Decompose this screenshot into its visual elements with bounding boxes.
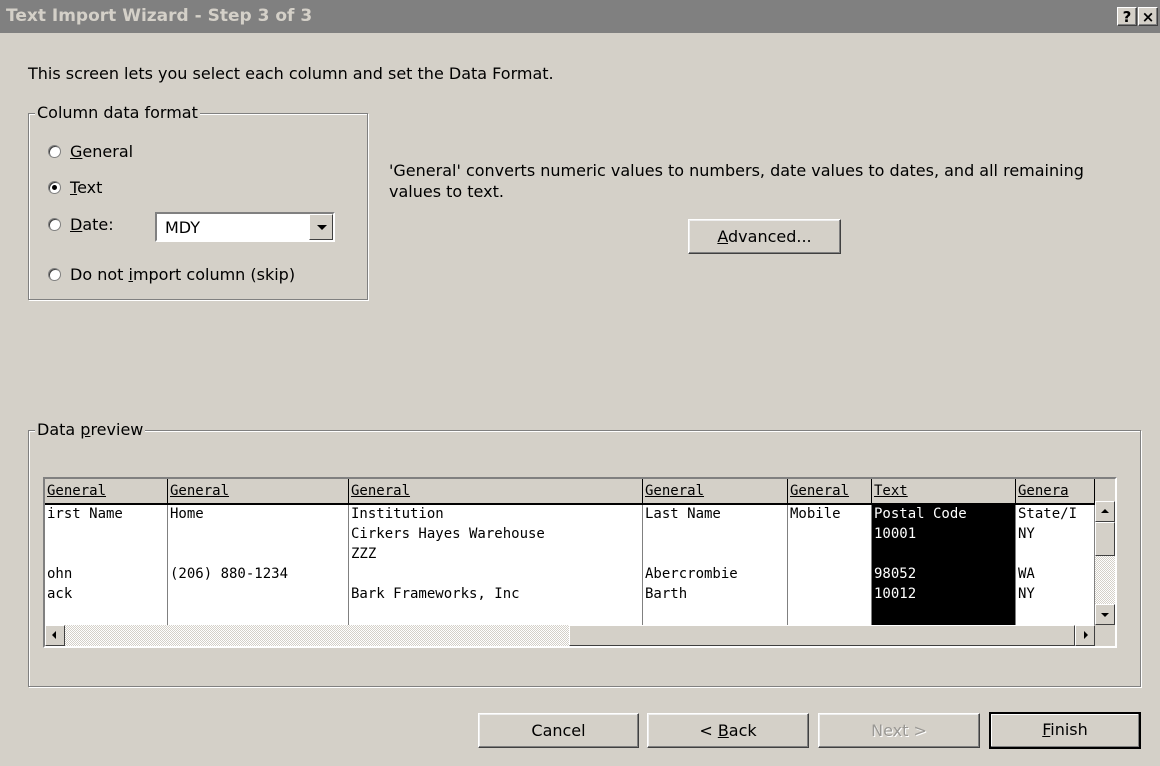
column-body[interactable]: Mobile bbox=[788, 505, 872, 625]
advanced-button[interactable]: Advanced... bbox=[688, 219, 841, 254]
skip-radio-circle[interactable] bbox=[48, 268, 61, 281]
preview-column[interactable]: General Last Name Abercrombie Barth bbox=[643, 479, 788, 625]
finish-button[interactable]: Finish bbox=[989, 712, 1141, 749]
column-header[interactable]: General bbox=[168, 479, 349, 505]
cell bbox=[788, 585, 871, 605]
scroll-up-button[interactable] bbox=[1095, 501, 1115, 522]
arrow-left-icon bbox=[52, 631, 56, 639]
preview-column-selected[interactable]: Text Postal Code 10001 98052 10012 bbox=[872, 479, 1016, 625]
cell: State/I bbox=[1018, 506, 1078, 522]
cell bbox=[872, 545, 1015, 565]
cell: 98052 bbox=[874, 566, 917, 582]
preview-column[interactable]: General Institution Cirkers Hayes Wareho… bbox=[349, 479, 643, 625]
cell: Home bbox=[170, 506, 204, 522]
vertical-scroll-thumb[interactable] bbox=[1095, 522, 1115, 556]
preview-column[interactable]: Genera State/I NY WA NY bbox=[1016, 479, 1095, 625]
arrow-right-icon bbox=[1084, 631, 1088, 639]
column-header[interactable]: Text bbox=[872, 479, 1016, 505]
column-format-legend: Column data format bbox=[35, 103, 200, 122]
column-body[interactable]: irst Name ohn ack bbox=[45, 505, 168, 625]
cell: WA bbox=[1018, 566, 1035, 582]
cancel-button[interactable]: Cancel bbox=[478, 713, 639, 748]
general-radio[interactable]: General bbox=[48, 142, 133, 161]
cell: Barth bbox=[645, 586, 688, 602]
scroll-left-button[interactable] bbox=[45, 625, 65, 646]
text-radio-label: Text bbox=[70, 178, 103, 197]
date-radio-label: Date: bbox=[70, 215, 114, 234]
general-radio-circle[interactable] bbox=[48, 145, 61, 158]
scroll-right-button[interactable] bbox=[1075, 625, 1095, 646]
close-button[interactable]: × bbox=[1138, 7, 1158, 26]
cell bbox=[788, 565, 871, 585]
cell: ZZZ bbox=[351, 546, 377, 562]
text-radio-circle[interactable] bbox=[48, 181, 61, 194]
column-body[interactable]: Home (206) 880-1234 bbox=[168, 505, 349, 625]
cell: Mobile bbox=[790, 506, 841, 522]
cell bbox=[643, 525, 787, 545]
scroll-corner bbox=[1095, 625, 1115, 646]
column-body[interactable]: Last Name Abercrombie Barth bbox=[643, 505, 788, 625]
date-format-value: MDY bbox=[165, 218, 201, 237]
preview-columns: General irst Name ohn ack General Home (… bbox=[45, 479, 1095, 625]
general-radio-label: General bbox=[70, 142, 134, 161]
column-header[interactable]: Genera bbox=[1016, 479, 1095, 505]
arrow-up-icon bbox=[1101, 509, 1109, 513]
cell bbox=[168, 545, 348, 565]
cell bbox=[349, 565, 642, 585]
cell: Last Name bbox=[645, 506, 721, 522]
cell bbox=[168, 585, 348, 605]
title-bar: Text Import Wizard - Step 3 of 3 ? × bbox=[0, 0, 1160, 33]
cell: (206) 880-1234 bbox=[170, 566, 289, 582]
window-title: Text Import Wizard - Step 3 of 3 bbox=[6, 6, 313, 26]
cell: irst Name bbox=[47, 506, 123, 522]
cell: Institution bbox=[351, 506, 444, 522]
skip-radio-label: Do not import column (skip) bbox=[70, 265, 296, 284]
cell: NY bbox=[1018, 586, 1035, 602]
intro-text: This screen lets you select each column … bbox=[28, 64, 554, 83]
next-button[interactable]: Next > bbox=[818, 713, 980, 748]
cell: Cirkers Hayes Warehouse bbox=[351, 526, 545, 542]
preview-column[interactable]: General Home (206) 880-1234 bbox=[168, 479, 349, 625]
data-preview-grid[interactable]: General irst Name ohn ack General Home (… bbox=[43, 477, 1117, 648]
preview-column[interactable]: General Mobile bbox=[788, 479, 872, 625]
data-preview-legend: Data preview bbox=[35, 420, 146, 439]
preview-column[interactable]: General irst Name ohn ack bbox=[45, 479, 168, 625]
chevron-down-icon[interactable] bbox=[309, 214, 333, 240]
cell bbox=[788, 525, 871, 545]
column-header[interactable]: General bbox=[788, 479, 872, 505]
back-button[interactable]: < Back bbox=[647, 713, 809, 748]
help-button[interactable]: ? bbox=[1117, 7, 1137, 26]
cell: Postal Code bbox=[874, 506, 967, 522]
cell: ack bbox=[47, 586, 73, 602]
scroll-down-button[interactable] bbox=[1095, 604, 1115, 625]
cell: 10001 bbox=[874, 526, 917, 542]
horizontal-scroll-thumb[interactable] bbox=[569, 625, 1075, 646]
date-radio-circle[interactable] bbox=[48, 218, 61, 231]
column-body[interactable]: State/I NY WA NY bbox=[1016, 505, 1095, 625]
column-header[interactable]: General bbox=[349, 479, 643, 505]
skip-radio[interactable]: Do not import column (skip) bbox=[48, 265, 295, 284]
cell: 10012 bbox=[874, 586, 917, 602]
vertical-scrollbar[interactable] bbox=[1095, 501, 1115, 625]
date-format-select[interactable]: MDY bbox=[155, 212, 335, 242]
column-body[interactable]: Postal Code 10001 98052 10012 bbox=[872, 505, 1016, 625]
cell bbox=[168, 525, 348, 545]
format-description: 'General' converts numeric values to num… bbox=[389, 161, 1084, 201]
column-body[interactable]: Institution Cirkers Hayes Warehouse ZZZ … bbox=[349, 505, 643, 625]
cell: ohn bbox=[47, 566, 73, 582]
cell bbox=[788, 545, 871, 565]
cell bbox=[1016, 545, 1094, 565]
cell: Abercrombie bbox=[645, 566, 738, 582]
cell bbox=[45, 525, 167, 545]
column-header[interactable]: General bbox=[643, 479, 788, 505]
cell: NY bbox=[1018, 526, 1035, 542]
cell: Bark Frameworks, Inc bbox=[351, 586, 520, 602]
column-header[interactable]: General bbox=[45, 479, 168, 505]
arrow-down-icon bbox=[1101, 613, 1109, 617]
text-radio[interactable]: Text bbox=[48, 178, 102, 197]
date-radio[interactable]: Date: bbox=[48, 215, 114, 234]
cell bbox=[45, 545, 167, 565]
cell bbox=[643, 545, 787, 565]
horizontal-scrollbar[interactable] bbox=[45, 625, 1095, 646]
